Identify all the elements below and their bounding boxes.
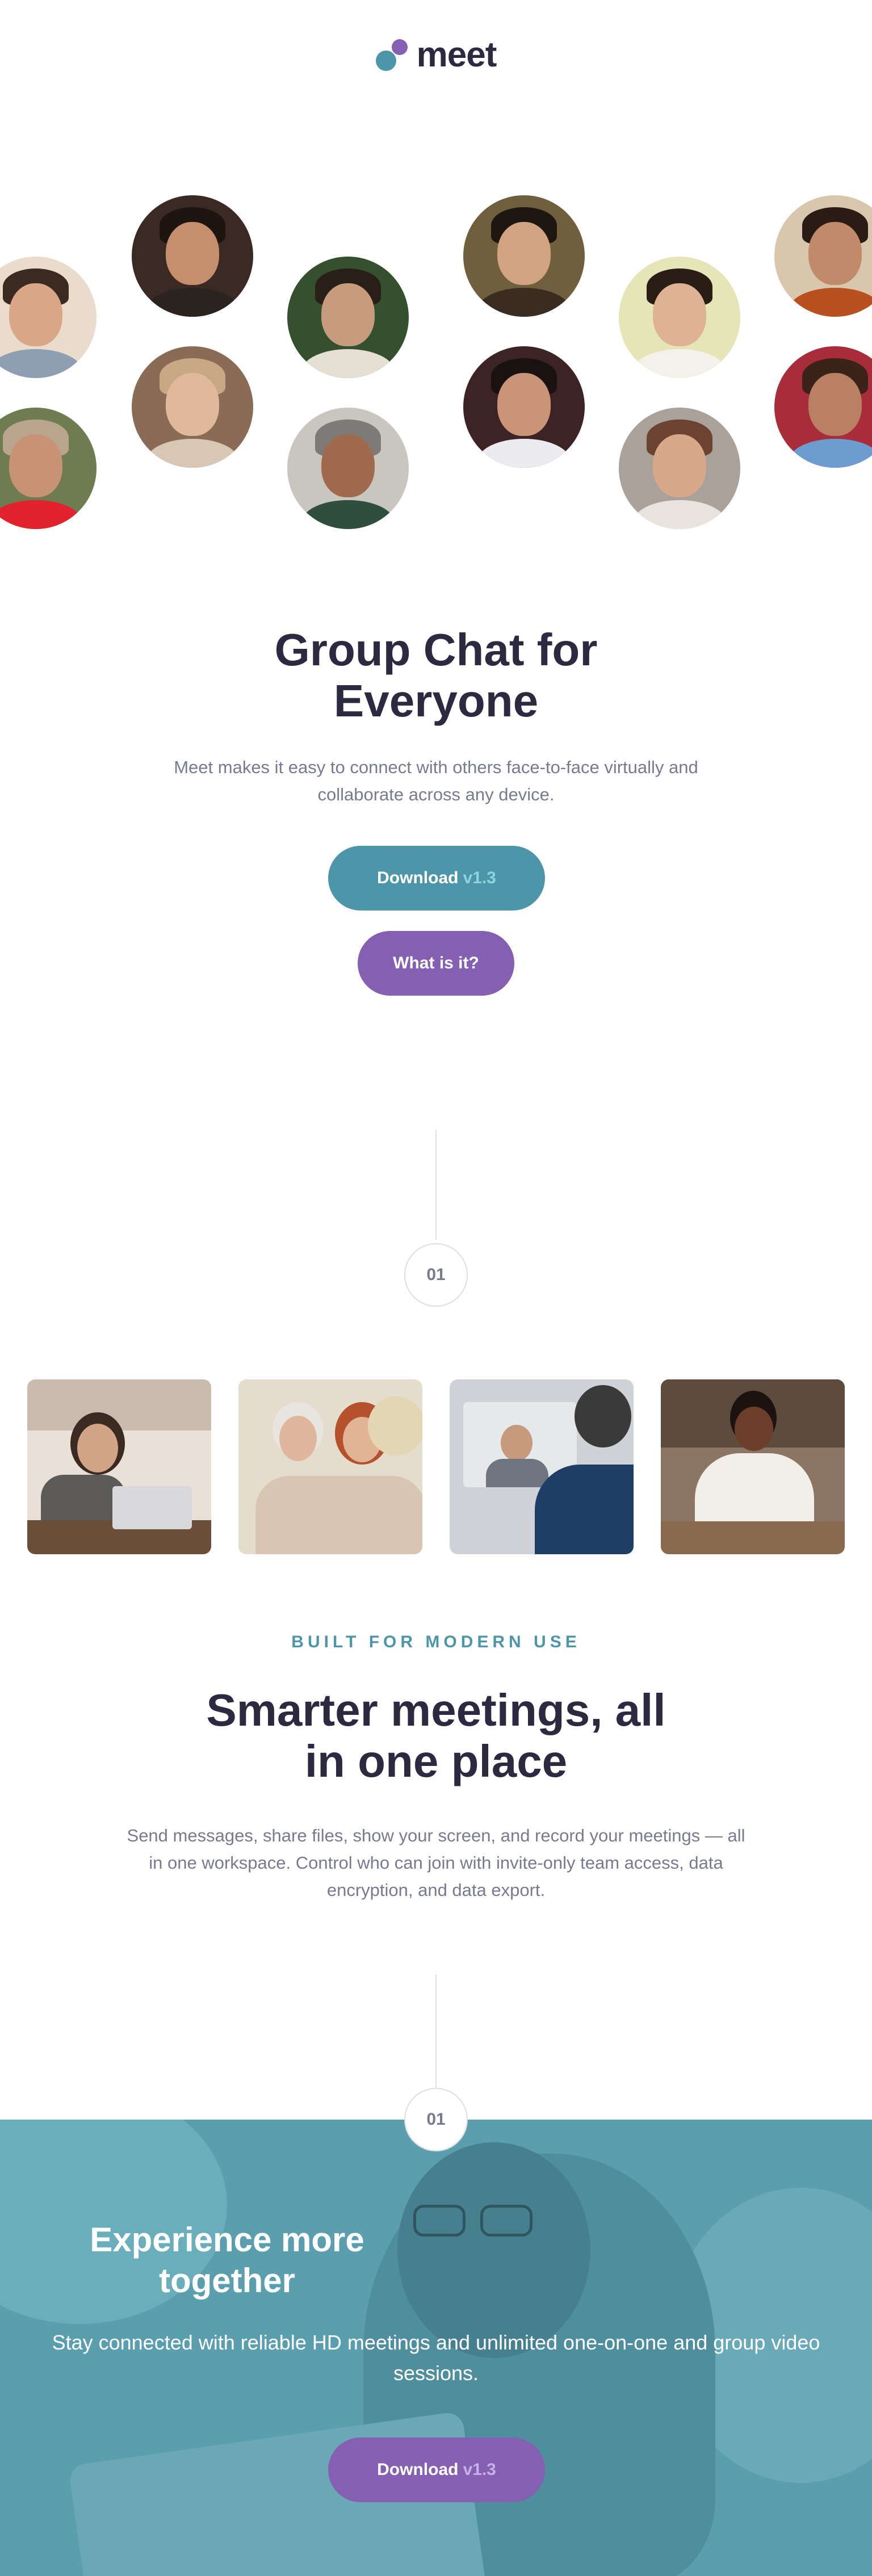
features-title-line2: in one place xyxy=(304,1736,568,1786)
avatar-10 xyxy=(619,408,740,529)
logo-mark-icon xyxy=(375,39,408,71)
step-number: 01 xyxy=(426,1265,446,1284)
avatar-collage xyxy=(0,187,872,539)
cta-title-line1: Experience more xyxy=(90,2221,364,2259)
avatar-6 xyxy=(287,408,409,529)
features-title: Smarter meetings, all in one place xyxy=(0,1685,872,1787)
download-version: v1.3 xyxy=(463,869,496,887)
avatar-1 xyxy=(0,257,97,378)
logo-text: meet xyxy=(416,35,497,74)
step-number: 01 xyxy=(426,2110,446,2129)
hero-title-line1: Group Chat for xyxy=(274,624,598,675)
hero-title-line2: Everyone xyxy=(333,676,539,726)
cta-download-version: v1.3 xyxy=(463,2460,496,2479)
photo-row xyxy=(27,1379,845,1554)
avatar-5 xyxy=(287,257,409,378)
avatar-12 xyxy=(774,346,872,468)
features-body: Send messages, share files, show your sc… xyxy=(127,1826,745,1900)
logo[interactable]: meet xyxy=(0,37,872,73)
cta-body: Stay connected with reliable HD meetings… xyxy=(52,2331,820,2385)
avatar-2 xyxy=(0,408,97,529)
cta-download-button[interactable]: Download v1.3 xyxy=(328,2437,545,2502)
photo-women-phone xyxy=(238,1379,422,1554)
avatar-4 xyxy=(132,346,253,468)
step-badge: 01 xyxy=(404,2088,468,2151)
photo-woman-laptop xyxy=(27,1379,211,1554)
avatar-8 xyxy=(463,346,585,468)
download-button-label: Download xyxy=(377,869,459,887)
cta-title-line2: together xyxy=(159,2262,295,2300)
photo-video-call xyxy=(450,1379,634,1554)
divider-line xyxy=(435,1130,437,1240)
what-is-it-label: What is it? xyxy=(393,954,479,972)
download-button[interactable]: Download v1.3 xyxy=(328,846,545,911)
avatar-9 xyxy=(619,257,740,378)
hero-subtitle: Meet makes it easy to connect with other… xyxy=(174,757,698,804)
what-is-it-button[interactable]: What is it? xyxy=(358,931,514,996)
hero-title: Group Chat for Everyone xyxy=(0,624,872,727)
features-eyebrow: BUILT FOR MODERN USE xyxy=(291,1633,581,1651)
cta-title: Experience more together xyxy=(45,2220,409,2301)
cta-download-label: Download xyxy=(377,2460,459,2479)
photo-man-phone xyxy=(661,1379,845,1554)
avatar-7 xyxy=(463,195,585,317)
step-badge: 01 xyxy=(404,1243,468,1307)
avatar-11 xyxy=(774,195,872,317)
glasses-illustration xyxy=(413,2205,538,2237)
avatar-3 xyxy=(132,195,253,317)
features-title-line1: Smarter meetings, all xyxy=(206,1685,666,1735)
